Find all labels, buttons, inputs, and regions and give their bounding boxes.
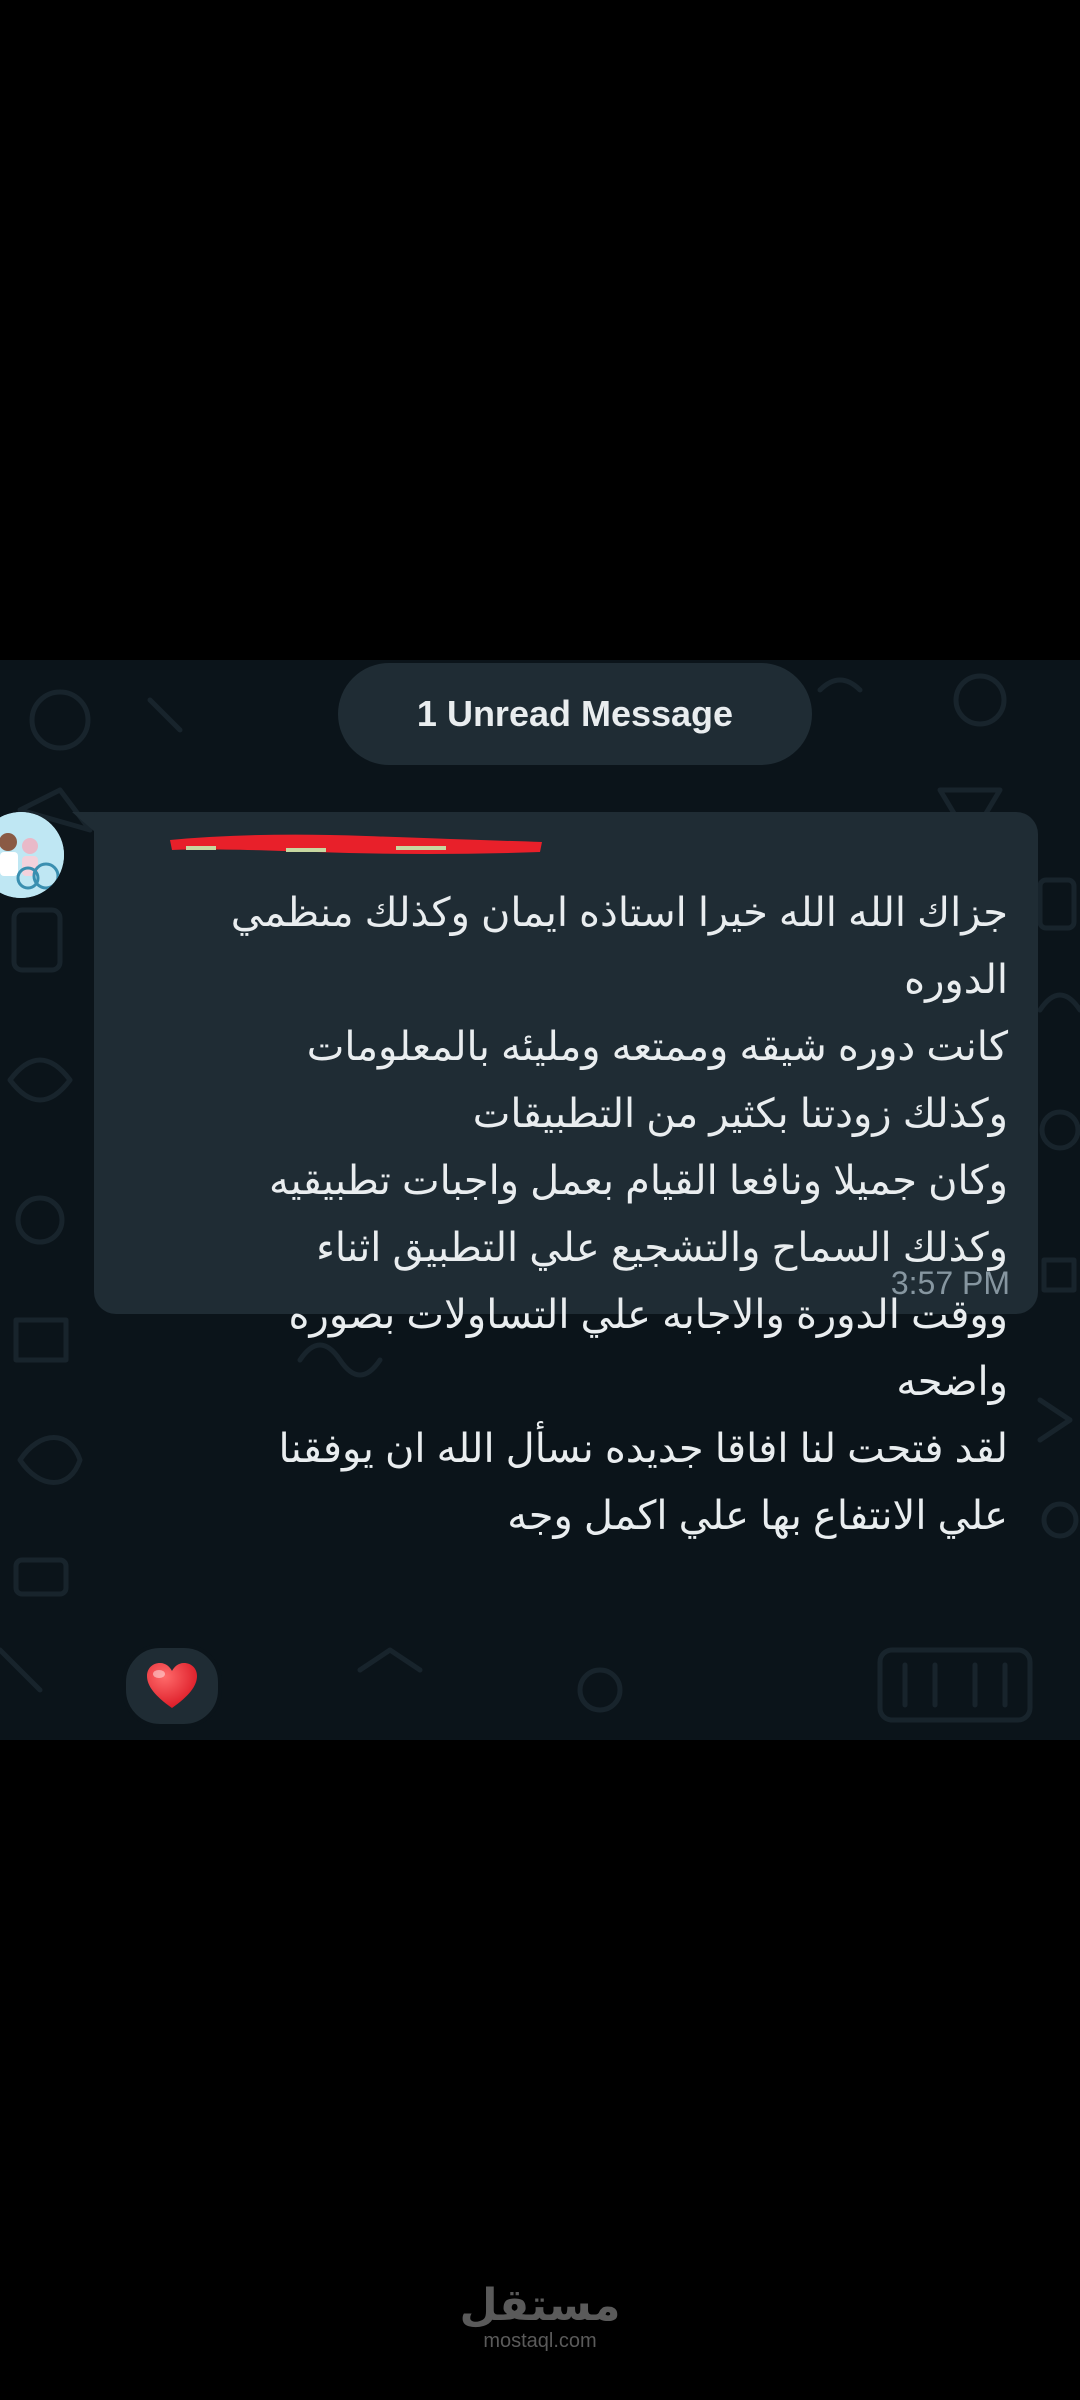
message-line: الدوره <box>904 958 1008 1002</box>
message-line: علي الانتفاع بها علي اكمل وجه <box>507 1494 1008 1538</box>
message-line: جزاك الله الله خيرا استاذه ايمان وكذلك م… <box>230 891 1008 935</box>
message-bubble[interactable]: جزاك الله الله خيرا استاذه ايمان وكذلك م… <box>94 812 1038 1538</box>
chat-area[interactable]: 1 Unread Message جزاك الله الله خيرا است… <box>0 660 1080 1740</box>
message-line: وكذلك زودتنا بكثير من التطبيقات <box>472 1092 1008 1136</box>
unread-label: 1 Unread Message <box>416 693 734 734</box>
reaction-badge[interactable] <box>122 1644 222 1728</box>
watermark-url: mostaql.com <box>483 2330 597 2352</box>
message-timestamp: 3:57 PM <box>890 1265 1010 1301</box>
message-line: ووقت الدورة والاجابه علي التساولات بصوره <box>288 1293 1008 1337</box>
message-line: وكان جميلا ونافعا القيام بعمل واجبات تطب… <box>269 1159 1008 1203</box>
message-line: وكذلك السماح والتشجيع علي التطبيق اثناء <box>316 1226 1008 1270</box>
message-line: واضحه <box>896 1360 1008 1404</box>
red-heart-icon <box>147 1663 197 1708</box>
sender-name-redacted <box>170 834 542 854</box>
unread-message-divider: 1 Unread Message <box>338 663 812 765</box>
message-text: جزاك الله الله خيرا استاذه ايمان وكذلك م… <box>128 880 1008 1550</box>
watermark-logo-text: مستقل <box>459 2281 621 2330</box>
message-line: لقد فتحت لنا افاقا جديده نسأل الله ان يو… <box>278 1427 1008 1471</box>
watermark: مستقل mostaql.com <box>440 2281 640 2353</box>
message-line: كانت دوره شيقه وممتعه ومليئه بالمعلومات <box>306 1025 1008 1069</box>
